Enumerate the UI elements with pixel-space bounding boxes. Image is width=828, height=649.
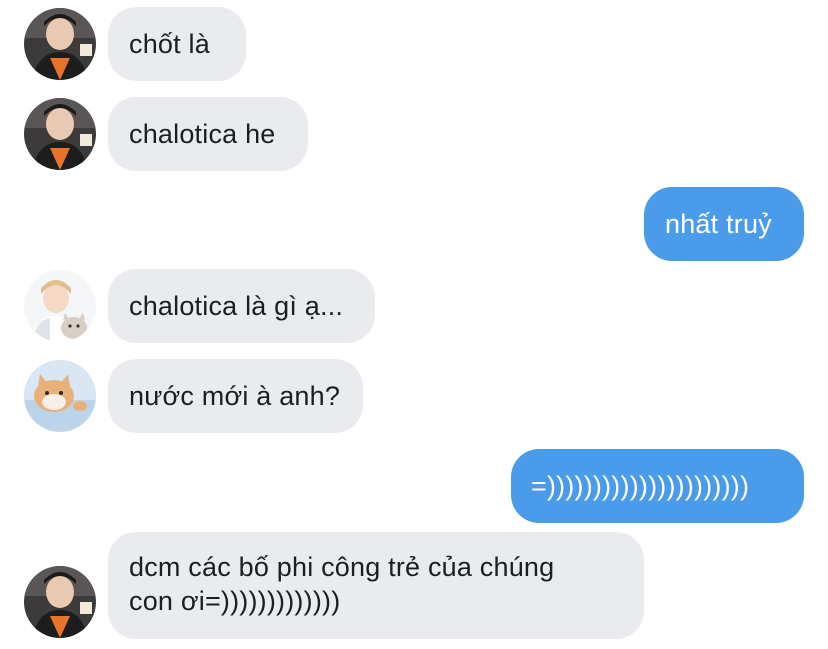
avatar-boy-orange-shirt[interactable] [24, 98, 96, 170]
chat-thread: chốt là chalotica he nhất truỷ chalotica… [0, 0, 828, 649]
message-text-line-2: con ơi=))))))))))))) [129, 586, 341, 616]
message-bubble-outgoing[interactable]: nhất truỷ [644, 187, 804, 261]
avatar-boy-orange-shirt[interactable] [24, 8, 96, 80]
message-text: nước mới à anh? [129, 381, 341, 411]
message-bubble-incoming[interactable]: chốt là [108, 7, 246, 81]
message-text: chalotica he [129, 119, 276, 149]
message-bubble-outgoing[interactable]: =)))))))))))))))))))))) [511, 449, 804, 523]
avatar-boy-with-cat[interactable] [24, 270, 96, 342]
message-text: chốt là [129, 29, 210, 59]
message-bubble-incoming[interactable]: dcm các bố phi công trẻ của chúng con ơi… [108, 532, 644, 639]
message-bubble-incoming[interactable]: chalotica he [108, 97, 308, 171]
avatar-boy-orange-shirt[interactable] [24, 566, 96, 638]
message-text: chalotica là gì ạ... [129, 291, 344, 321]
message-text-line-1: dcm các bố phi công trẻ của chúng [129, 552, 555, 582]
avatar-cat-photo[interactable] [24, 360, 96, 432]
message-bubble-incoming[interactable]: nước mới à anh? [108, 359, 363, 433]
message-text: =)))))))))))))))))))))) [531, 471, 750, 501]
message-bubble-incoming[interactable]: chalotica là gì ạ... [108, 269, 375, 343]
message-text: nhất truỷ [665, 209, 772, 239]
